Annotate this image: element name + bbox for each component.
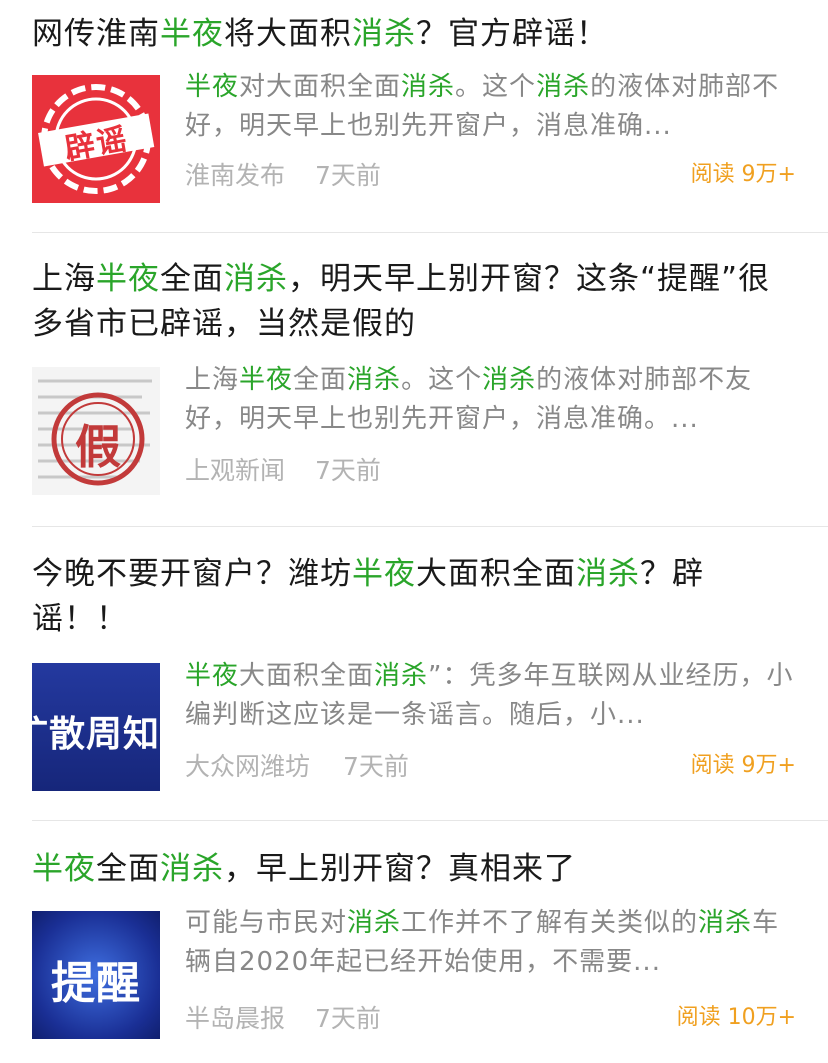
keyword-highlight: 消杀 (352, 16, 416, 52)
text-segment: 大面积全面 (416, 556, 576, 592)
keyword-highlight: 消杀 (374, 661, 429, 691)
keyword-highlight: 消杀 (224, 261, 288, 297)
thumbnail-label: 提醒 (51, 958, 141, 1009)
article-thumbnail[interactable]: 扩散周知 (32, 663, 160, 791)
keyword-highlight: 半夜 (96, 261, 160, 297)
article-snippet: 半夜大面积全面消杀”：凭多年互联网从业经历，小编判断这应该是一条谣言。随后，小.… (185, 657, 796, 735)
read-count: 阅读 10万+ (676, 1005, 796, 1030)
read-count: 阅读 9万+ (690, 753, 796, 778)
article-thumbnail[interactable]: 提醒 (32, 911, 160, 1039)
article-title[interactable]: 网传淮南半夜将大面积消杀？官方辟谣！ (32, 12, 796, 57)
divider (32, 526, 828, 527)
keyword-highlight: 消杀 (160, 851, 224, 887)
article-snippet: 半夜对大面积全面消杀。这个消杀的液体对肺部不好，明天早上也别先开窗户，消息准确.… (185, 68, 796, 146)
article-meta: 淮南发布 7天前 阅读 9万+ (185, 156, 796, 190)
keyword-highlight: 半夜 (239, 365, 294, 395)
article-age: 7天前 (343, 752, 409, 781)
text-segment: 上海 (32, 261, 96, 297)
text-segment: 网传淮南 (32, 16, 160, 52)
article-title[interactable]: 今晚不要开窗户？潍坊半夜大面积全面消杀？辟谣！！ (32, 552, 796, 642)
keyword-highlight: 消杀 (347, 365, 402, 395)
article-source[interactable]: 半岛晨报 (185, 999, 285, 1035)
article-title[interactable]: 上海半夜全面消杀，明天早上别开窗？这条“提醒”很多省市已辟谣，当然是假的 (32, 257, 796, 347)
text-segment: 对大面积全面 (239, 72, 402, 102)
keyword-highlight: 半夜 (160, 16, 224, 52)
keyword-highlight: 消杀 (347, 908, 402, 938)
thumbnail-label: 扩散周知 (32, 714, 160, 755)
text-segment: 大面积全面 (239, 661, 375, 691)
article-source[interactable]: 淮南发布 (185, 156, 285, 192)
article-row: 假 上海半夜全面消杀。这个消杀的液体对肺部不友好，明天早上也别先开窗户，消息准确… (32, 365, 796, 495)
article-snippet: 可能与市民对消杀工作并不了解有关类似的消杀车辆自2020年起已经开始使用，不需要… (185, 904, 796, 982)
keyword-highlight: 消杀 (482, 365, 537, 395)
text-segment: 全面 (293, 365, 348, 395)
text-segment: 今晚不要开窗户？潍坊 (32, 556, 352, 592)
keyword-highlight: 半夜 (32, 851, 96, 887)
thumbnail-label: 假 (75, 420, 121, 474)
article-age: 7天前 (315, 456, 381, 485)
article-age: 7天前 (315, 1004, 381, 1033)
article-source[interactable]: 上观新闻 (185, 451, 285, 487)
article-snippet: 上海半夜全面消杀。这个消杀的液体对肺部不友好，明天早上也别先开窗户，消息准确。.… (185, 361, 796, 439)
text-segment: 全面 (96, 851, 160, 887)
article-source[interactable]: 大众网潍坊 (185, 747, 310, 783)
text-segment: 上海 (185, 365, 240, 395)
article-title[interactable]: 半夜全面消杀，早上别开窗？真相来了 (32, 847, 796, 892)
article-row: 提醒 可能与市民对消杀工作并不了解有关类似的消杀车辆自2020年起已经开始使用，… (32, 908, 796, 1039)
article-row: 扩散周知 半夜大面积全面消杀”：凭多年互联网从业经历，小编判断这应该是一条谣言。… (32, 661, 796, 791)
article-body: 可能与市民对消杀工作并不了解有关类似的消杀车辆自2020年起已经开始使用，不需要… (185, 904, 796, 1033)
keyword-highlight: 消杀 (401, 72, 456, 102)
article-row: 辟谣 半夜对大面积全面消杀。这个消杀的液体对肺部不好，明天早上也别先开窗户，消息… (32, 72, 796, 203)
keyword-highlight: 消杀 (576, 556, 640, 592)
divider (32, 820, 828, 821)
article-body: 半夜大面积全面消杀”：凭多年互联网从业经历，小编判断这应该是一条谣言。随后，小.… (185, 657, 796, 781)
keyword-highlight: 半夜 (185, 661, 240, 691)
text-segment: ？官方辟谣！ (416, 16, 608, 52)
text-segment: 。这个 (455, 72, 537, 102)
keyword-highlight: 半夜 (185, 72, 240, 102)
article-meta: 大众网潍坊 7天前 阅读 9万+ (185, 747, 796, 781)
keyword-highlight: 半夜 (352, 556, 416, 592)
article-meta: 半岛晨报 7天前 阅读 10万+ (185, 999, 796, 1033)
text-segment: 可能与市民对 (185, 908, 348, 938)
article-thumbnail[interactable]: 辟谣 (32, 75, 160, 203)
read-count: 阅读 9万+ (690, 162, 796, 187)
article-age: 7天前 (315, 161, 381, 190)
text-segment: ，早上别开窗？真相来了 (224, 851, 576, 887)
text-segment: 。这个 (401, 365, 483, 395)
text-segment: 工作并不了解有关类似的 (401, 908, 699, 938)
divider (32, 232, 828, 233)
article-meta: 上观新闻 7天前 (185, 451, 796, 485)
text-segment: 将大面积 (224, 16, 352, 52)
article-thumbnail[interactable]: 假 (32, 367, 160, 495)
text-segment: 全面 (160, 261, 224, 297)
keyword-highlight: 消杀 (536, 72, 591, 102)
article-body: 上海半夜全面消杀。这个消杀的液体对肺部不友好，明天早上也别先开窗户，消息准确。.… (185, 361, 796, 485)
keyword-highlight: 消杀 (698, 908, 753, 938)
article-body: 半夜对大面积全面消杀。这个消杀的液体对肺部不好，明天早上也别先开窗户，消息准确.… (185, 68, 796, 190)
